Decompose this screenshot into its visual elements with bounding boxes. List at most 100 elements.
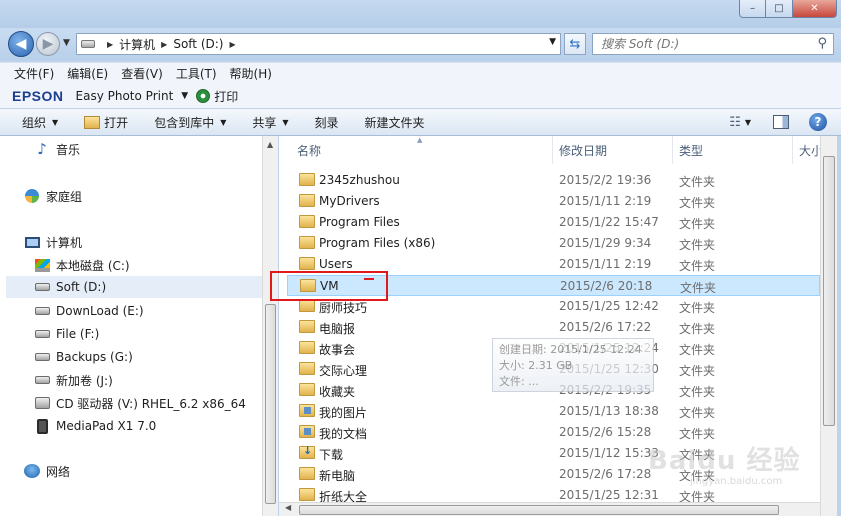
chevron-right-icon[interactable]: ▶ — [161, 40, 167, 49]
drive-icon — [34, 376, 50, 384]
horizontal-scrollbar[interactable]: ◀ — [279, 502, 820, 516]
column-header-type[interactable]: 类型 — [673, 136, 793, 164]
refresh-button[interactable]: ⇆ — [564, 33, 586, 55]
share-button[interactable]: 共享 ▼ — [252, 114, 288, 131]
epson-dropdown[interactable]: ▼ — [181, 91, 188, 101]
music-icon: ♪ — [37, 140, 47, 158]
file-name: Program Files — [319, 215, 400, 229]
tooltip-created: 创建日期: 2015/1/25 12:24 — [499, 343, 642, 356]
phone-icon — [36, 418, 48, 434]
menu-view[interactable]: 查看(V) — [121, 65, 163, 82]
column-header-size[interactable]: 大小 — [793, 136, 820, 164]
window-border — [837, 136, 841, 516]
search-icon[interactable]: ⚲ — [817, 36, 827, 51]
chevron-down-icon: ▼ — [282, 117, 289, 127]
file-name: 电脑报 — [319, 322, 356, 336]
new-folder-button[interactable]: 新建文件夹 — [365, 114, 425, 131]
epson-logo: EPSON — [12, 88, 64, 104]
chevron-right-icon[interactable]: ▶ — [229, 40, 235, 49]
folder-icon — [299, 236, 315, 249]
file-row[interactable]: MyDrivers 2015/1/11 2:19 文件夹 — [287, 191, 820, 212]
epson-app-button[interactable]: Easy Photo Print — [76, 89, 174, 103]
help-icon[interactable]: ? — [809, 113, 827, 131]
address-bar[interactable]: ▶ 计算机 ▶ Soft (D:) ▶ ▼ — [76, 33, 561, 55]
open-button[interactable]: 打开 — [84, 114, 128, 131]
file-type: 文件夹 — [679, 175, 716, 189]
print-icon[interactable] — [196, 89, 211, 103]
burn-button[interactable]: 刻录 — [315, 114, 339, 131]
menu-tools[interactable]: 工具(T) — [176, 65, 217, 82]
nav-drive-j[interactable]: 新加卷 (J:) — [34, 369, 113, 391]
file-row[interactable]: 电脑报 2015/2/6 17:22 文件夹 — [287, 317, 820, 338]
close-button[interactable]: ✕ — [793, 0, 837, 18]
file-row[interactable]: Program Files 2015/1/22 15:47 文件夹 — [287, 212, 820, 233]
chevron-right-icon[interactable]: ▶ — [107, 40, 113, 49]
scrollbar-thumb[interactable] — [265, 304, 276, 504]
nav-homegroup[interactable]: 家庭组 — [24, 185, 82, 207]
file-date: 2015/1/12 15:33 — [559, 446, 659, 460]
chevron-down-icon: ▼ — [220, 117, 227, 127]
maximize-button[interactable]: □ — [766, 0, 793, 18]
file-date: 2015/2/6 17:22 — [559, 320, 652, 334]
drive-icon — [34, 330, 50, 338]
file-list-scrollbar[interactable] — [820, 136, 837, 516]
menu-edit[interactable]: 编辑(E) — [67, 65, 108, 82]
breadcrumb-computer[interactable]: 计算机 — [119, 36, 155, 53]
file-row[interactable]: Program Files (x86) 2015/1/29 9:34 文件夹 — [287, 233, 820, 254]
menu-help[interactable]: 帮助(H) — [230, 65, 272, 82]
nav-computer[interactable]: 计算机 — [24, 231, 82, 253]
scrollbar-thumb[interactable] — [823, 156, 835, 426]
view-dropdown[interactable]: ▼ — [745, 118, 751, 127]
print-button[interactable]: 打印 — [214, 88, 238, 105]
folder-icon — [299, 404, 315, 417]
nav-drive-d[interactable]: Soft (D:) — [6, 276, 262, 298]
nav-music[interactable]: ♪ 音乐 — [34, 138, 80, 160]
file-type: 文件夹 — [679, 259, 716, 273]
folder-icon — [299, 341, 315, 354]
watermark: Baidu 经验 — [648, 446, 801, 476]
organize-button[interactable]: 组织 ▼ — [22, 114, 58, 131]
minimize-button[interactable]: – — [739, 0, 766, 18]
menu-file[interactable]: 文件(F) — [14, 65, 54, 82]
forward-button[interactable]: ▶ — [36, 32, 60, 56]
preview-pane-icon[interactable] — [773, 115, 789, 129]
column-header-name[interactable]: 名称 — [291, 136, 553, 164]
back-button[interactable]: ◀ — [8, 31, 34, 57]
search-box[interactable]: ⚲ — [592, 33, 834, 55]
file-name: 收藏夹 — [319, 385, 356, 399]
file-name: 故事会 — [319, 343, 356, 357]
file-date: 2015/1/11 2:19 — [559, 194, 652, 208]
file-type: 文件夹 — [679, 196, 716, 210]
navigation-scrollbar[interactable]: ▲ — [262, 136, 278, 516]
menu-bar: 文件(F) 编辑(E) 查看(V) 工具(T) 帮助(H) — [0, 62, 841, 84]
nav-drive-g[interactable]: Backups (G:) — [34, 346, 133, 368]
nav-drive-e[interactable]: DownLoad (E:) — [34, 300, 144, 322]
include-in-library-button[interactable]: 包含到库中 ▼ — [154, 114, 226, 131]
cd-drive-icon — [34, 397, 50, 409]
search-input[interactable] — [601, 37, 801, 51]
breadcrumb-soft-d[interactable]: Soft (D:) — [173, 37, 223, 51]
file-date: 2015/1/11 2:19 — [559, 257, 652, 271]
file-row[interactable]: 2345zhushou 2015/2/2 19:36 文件夹 — [287, 170, 820, 191]
recent-pages-dropdown[interactable]: ▼ — [63, 38, 70, 48]
scroll-left-icon[interactable]: ◀ — [285, 503, 291, 512]
address-history-dropdown[interactable]: ▼ — [549, 37, 556, 47]
window-controls: – □ ✕ — [739, 0, 837, 18]
folder-icon — [299, 173, 315, 186]
folder-icon — [299, 320, 315, 333]
file-row[interactable]: 我的图片 2015/1/13 18:38 文件夹 — [287, 401, 820, 422]
nav-drive-v[interactable]: CD 驱动器 (V:) RHEL_6.2 x86_64 — [34, 392, 246, 414]
nav-network[interactable]: 网络 — [24, 460, 70, 482]
drive-icon — [81, 40, 95, 48]
nav-drive-f[interactable]: File (F:) — [34, 323, 99, 345]
scroll-up-icon[interactable]: ▲ — [267, 140, 273, 149]
open-folder-icon — [84, 115, 101, 129]
folder-icon — [299, 425, 315, 438]
nav-mediapad[interactable]: MediaPad X1 7.0 — [34, 415, 156, 437]
file-type: 文件夹 — [679, 385, 716, 399]
scrollbar-thumb[interactable] — [299, 505, 779, 515]
view-options-icon[interactable]: ☷ — [729, 115, 741, 130]
nav-drive-c[interactable]: 本地磁盘 (C:) — [34, 254, 130, 276]
column-header-modified[interactable]: 修改日期 — [553, 136, 673, 164]
folder-icon — [299, 383, 315, 396]
